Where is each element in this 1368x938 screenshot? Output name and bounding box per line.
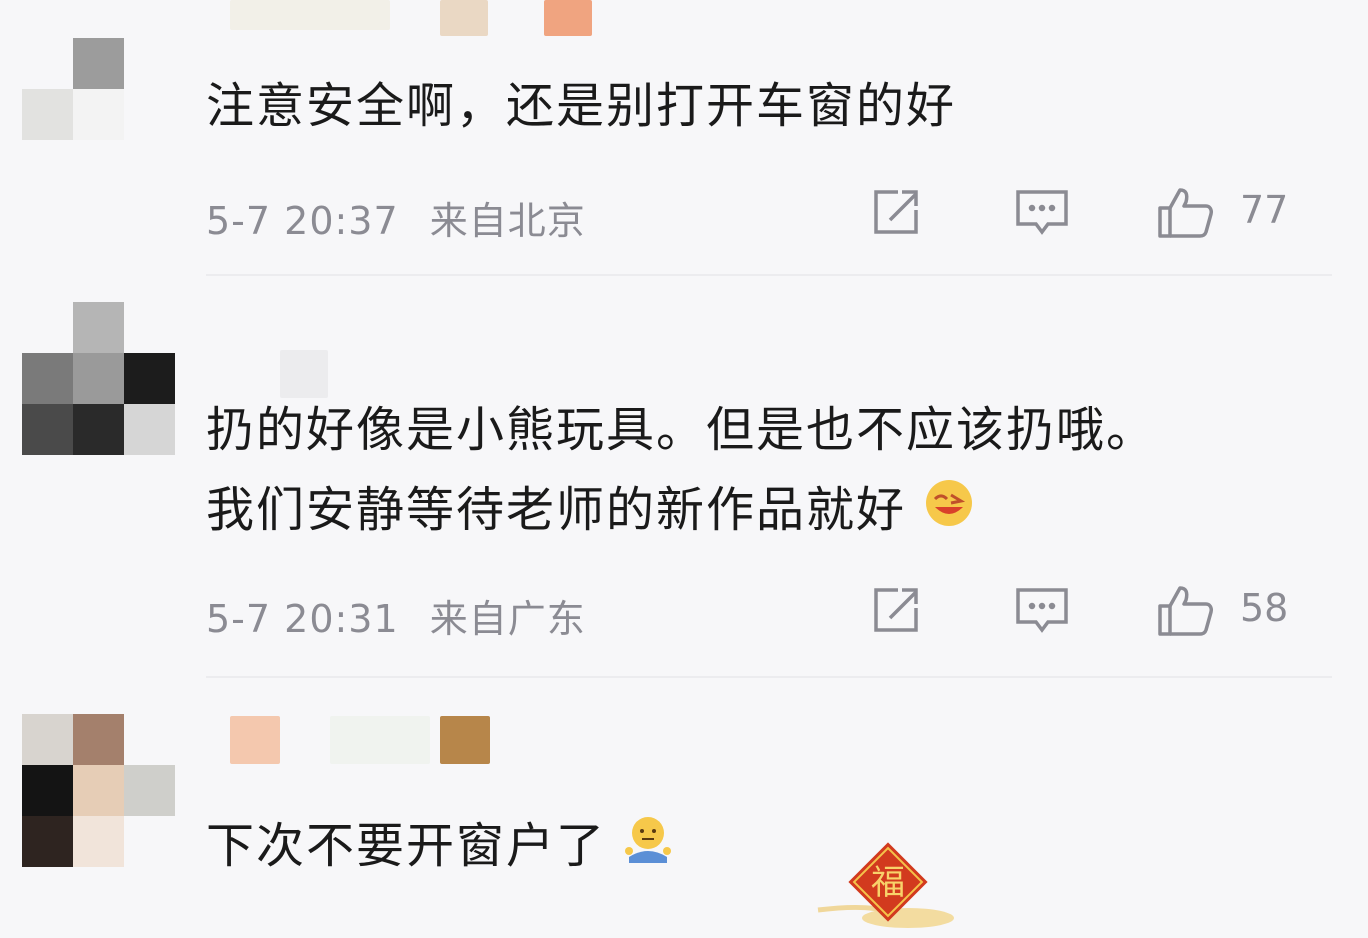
fu-badge-icon: 福 bbox=[808, 842, 968, 932]
comment-time: 5-7 20:37 bbox=[206, 199, 399, 243]
comment-text: 注意安全啊，还是别打开车窗的好 bbox=[206, 78, 957, 134]
comment-location: 来自北京 bbox=[429, 199, 586, 243]
comment-location: 来自广东 bbox=[429, 597, 586, 641]
reply-icon[interactable] bbox=[1014, 582, 1070, 642]
comment-text-line2: 我们安静等待老师的新作品就好 bbox=[206, 470, 975, 553]
like-count: 58 bbox=[1240, 586, 1289, 630]
comment-text-line1: 扔的好像是小熊玩具。但是也不应该扔哦。 bbox=[206, 402, 1157, 458]
divider bbox=[206, 274, 1332, 276]
comment-text-content: 下次不要开窗户了 bbox=[206, 818, 607, 874]
comment-text: 下次不要开窗户了 bbox=[206, 806, 673, 889]
comment-meta: 5-7 20:37 来自北京 bbox=[206, 190, 586, 245]
comment-text-line2-content: 我们安静等待老师的新作品就好 bbox=[206, 482, 907, 538]
avatar[interactable] bbox=[22, 714, 176, 868]
divider bbox=[206, 676, 1332, 678]
svg-text:福: 福 bbox=[871, 863, 905, 903]
avatar[interactable] bbox=[22, 302, 176, 456]
like-count: 77 bbox=[1240, 188, 1289, 232]
share-icon[interactable] bbox=[868, 582, 924, 642]
grin-emoji bbox=[923, 473, 975, 553]
like-icon[interactable] bbox=[1156, 184, 1216, 244]
like-icon[interactable] bbox=[1156, 582, 1216, 642]
reply-icon[interactable] bbox=[1014, 184, 1070, 244]
avatar[interactable] bbox=[22, 38, 176, 192]
comment-meta: 5-7 20:31 来自广东 bbox=[206, 588, 586, 643]
comment-time: 5-7 20:31 bbox=[206, 597, 399, 641]
share-icon[interactable] bbox=[868, 184, 924, 244]
shrug-emoji bbox=[623, 809, 673, 889]
